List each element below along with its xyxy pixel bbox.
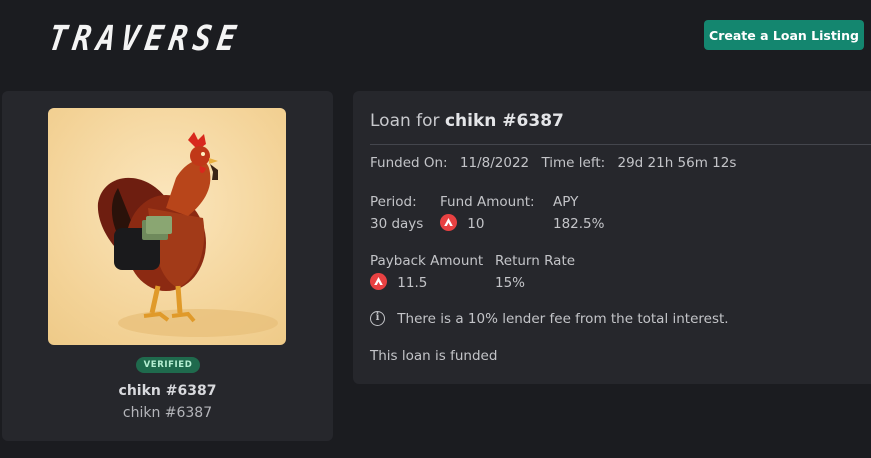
fee-note-row: i There is a 10% lender fee from the tot… — [370, 310, 729, 327]
loan-details-card: Loan for chikn #6387 Funded On: 11/8/202… — [353, 91, 871, 384]
avalanche-icon — [370, 273, 387, 290]
create-loan-listing-button[interactable]: Create a Loan Listing — [704, 20, 864, 50]
time-left-label: Time left: — [541, 155, 606, 171]
period-label: Period: — [370, 194, 417, 210]
period-value: 30 days — [370, 216, 424, 232]
loan-title-name: chikn #6387 — [444, 111, 564, 131]
traverse-logo[interactable]: TRAVERSE — [46, 19, 245, 59]
loan-title-prefix: Loan for — [370, 111, 440, 131]
funded-on-row: Funded On: 11/8/2022 Time left: 29d 21h … — [370, 155, 736, 171]
nft-collection: chikn #6387 — [122, 405, 213, 421]
loan-status: This loan is funded — [370, 348, 498, 364]
time-left-value: 29d 21h 56m 12s — [617, 155, 737, 171]
return-rate-label: Return Rate — [495, 253, 576, 269]
nft-image — [48, 108, 286, 345]
payback-amount-value-row: 11.5 — [370, 273, 428, 291]
apy-label: APY — [553, 194, 579, 210]
divider — [370, 144, 871, 145]
funded-on-label: Funded On: — [370, 155, 448, 171]
loan-title: Loan for chikn #6387 — [370, 111, 564, 131]
payback-amount-value: 11.5 — [397, 274, 428, 291]
fund-amount-value: 10 — [467, 215, 485, 232]
funded-on-value: 11/8/2022 — [459, 155, 530, 171]
fund-amount-value-row: 10 — [440, 214, 485, 232]
fund-amount-label: Fund Amount: — [440, 194, 535, 210]
verified-badge: VERIFIED — [136, 357, 200, 373]
return-rate-value: 15% — [495, 275, 526, 291]
avalanche-icon — [440, 214, 457, 231]
payback-amount-label: Payback Amount — [370, 253, 484, 269]
nft-name: chikn #6387 — [118, 383, 217, 399]
chicken-illustration — [97, 132, 278, 337]
apy-value: 182.5% — [553, 216, 605, 232]
nft-card: VERIFIED chikn #6387 chikn #6387 — [2, 91, 333, 441]
fee-note-text: There is a 10% lender fee from the total… — [397, 311, 729, 327]
info-icon: i — [370, 310, 385, 326]
